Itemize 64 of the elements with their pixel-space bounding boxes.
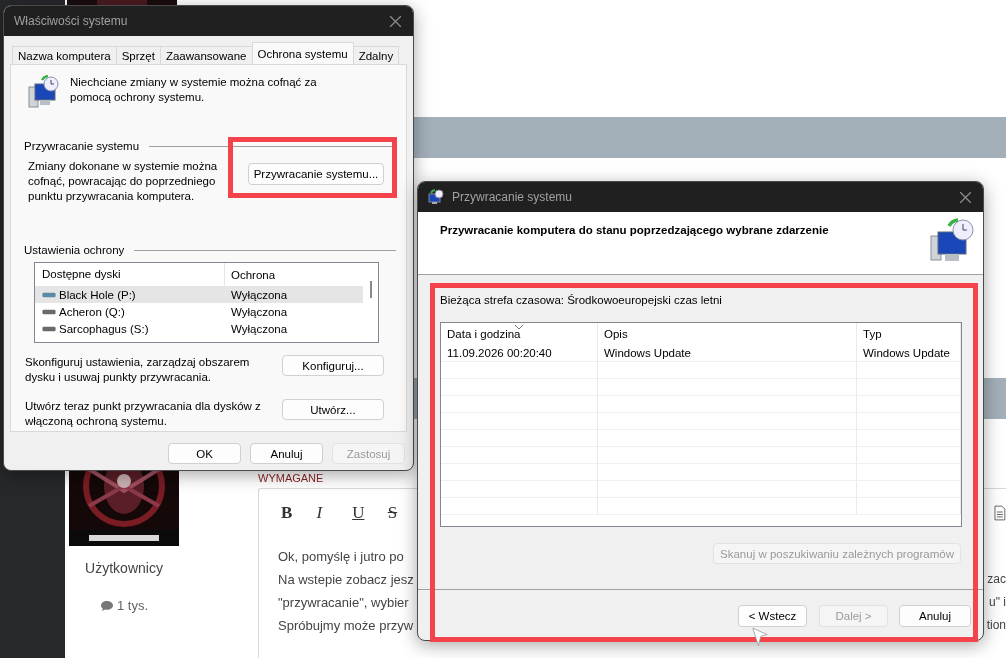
protection-status: Wyłączona bbox=[230, 322, 288, 335]
dialog-button[interactable]: Anuluj bbox=[250, 443, 323, 464]
tab[interactable]: Ochrona systemu bbox=[251, 42, 354, 64]
scrollbar-thumb[interactable] bbox=[370, 281, 372, 298]
drive-icon bbox=[42, 291, 56, 298]
protection-status: Wyłączona bbox=[230, 288, 288, 301]
table-cell: Windows Update bbox=[857, 345, 961, 361]
computer-clock-icon bbox=[428, 189, 444, 205]
table-cell: 11.09.2026 00:20:40 bbox=[441, 345, 598, 361]
close-icon[interactable] bbox=[960, 191, 971, 203]
tab[interactable]: Nazwa komputera bbox=[12, 46, 117, 64]
required-label: WYMAGANE bbox=[258, 471, 325, 485]
drive-row[interactable]: Acheron (Q:) Wyłączona bbox=[35, 303, 363, 320]
configure-button[interactable]: Konfiguruj... bbox=[282, 355, 384, 376]
format-button[interactable]: S bbox=[377, 503, 414, 523]
wizard-button[interactable]: Anuluj bbox=[899, 605, 971, 627]
post-text: Ok, pomyślę i jutro po bbox=[278, 548, 404, 566]
configure-description: Skonfiguruj ustawienia, zarządzaj obszarem dysku i usuwaj punkty przywracania. bbox=[25, 355, 251, 385]
tab[interactable]: Zdalny bbox=[352, 46, 400, 64]
drive-row[interactable]: Sarcophagus (S:) Wyłączona bbox=[35, 320, 363, 337]
drive-row[interactable]: Black Hole (P:) Wyłączona bbox=[35, 286, 363, 303]
format-button[interactable]: U bbox=[342, 503, 378, 523]
computer-clock-icon bbox=[27, 75, 61, 109]
drive-name: Sarcophagus (S:) bbox=[59, 322, 149, 335]
drive-icon bbox=[42, 325, 56, 332]
speech-bubble-icon bbox=[99, 599, 114, 612]
post-count: 1 tys. bbox=[116, 598, 149, 613]
wizard-heading: Przywracanie komputera do stanu poprzedzającego wybrane zdarzenie bbox=[440, 224, 829, 236]
system-restore-button[interactable]: Przywracanie systemu... bbox=[248, 163, 384, 185]
group-heading: Ustawienia ochrony bbox=[24, 244, 125, 256]
wizard-button[interactable]: < Wstecz bbox=[738, 605, 807, 627]
intro-text: Niechciane zmiany w systemie można cofnąć za pomocą ochrony systemu. bbox=[70, 75, 318, 105]
column-header[interactable]: Opis bbox=[598, 323, 857, 345]
post-text: zac bbox=[987, 571, 1006, 588]
post-text: tion bbox=[986, 617, 1006, 634]
dialog-button[interactable]: OK bbox=[168, 443, 241, 464]
close-icon[interactable] bbox=[390, 15, 401, 27]
drive-name: Acheron (Q:) bbox=[59, 305, 125, 318]
post-text: Spróbujmy może przyw bbox=[278, 617, 414, 635]
column-header[interactable]: Data i godzina bbox=[441, 323, 598, 345]
computer-clock-icon bbox=[929, 218, 975, 264]
sort-caret-icon bbox=[515, 325, 523, 329]
window-title: Przywracanie systemu bbox=[452, 190, 573, 204]
post-text: u" i bbox=[989, 594, 1006, 611]
group-heading: Przywracanie systemu bbox=[24, 140, 140, 152]
post-text: Na wstepie zobacz jesz bbox=[278, 571, 414, 589]
document-icon[interactable] bbox=[994, 505, 1006, 521]
post-text: "przywracanie", wybier bbox=[278, 594, 409, 612]
drive-name: Black Hole (P:) bbox=[59, 288, 136, 301]
restore-description: Zmiany dokonane w systemie można cofnąć, powracając do poprzedniego punktu przywracania komputera. bbox=[28, 159, 219, 204]
column-header[interactable]: Typ bbox=[857, 323, 961, 345]
create-description: Utwórz teraz punkt przywracania dla dysków z włączoną ochroną systemu. bbox=[25, 399, 262, 429]
format-button[interactable]: B bbox=[271, 503, 307, 523]
window-title: Właściwości systemu bbox=[14, 14, 128, 28]
format-button[interactable]: I bbox=[306, 503, 343, 523]
column-header[interactable]: Ochrona bbox=[225, 268, 276, 281]
mouse-pointer-icon bbox=[752, 627, 768, 647]
create-button[interactable]: Utwórz... bbox=[282, 399, 384, 420]
user-role: Użytkownicy bbox=[85, 560, 163, 576]
timezone-text: Bieżąca strefa czasowa: Środkowoeuropejski czas letni bbox=[439, 294, 723, 306]
drive-icon bbox=[42, 308, 56, 315]
protection-status: Wyłączona bbox=[230, 305, 288, 318]
table-cell: Windows Update bbox=[598, 345, 857, 361]
tab[interactable]: Sprzęt bbox=[115, 46, 161, 64]
